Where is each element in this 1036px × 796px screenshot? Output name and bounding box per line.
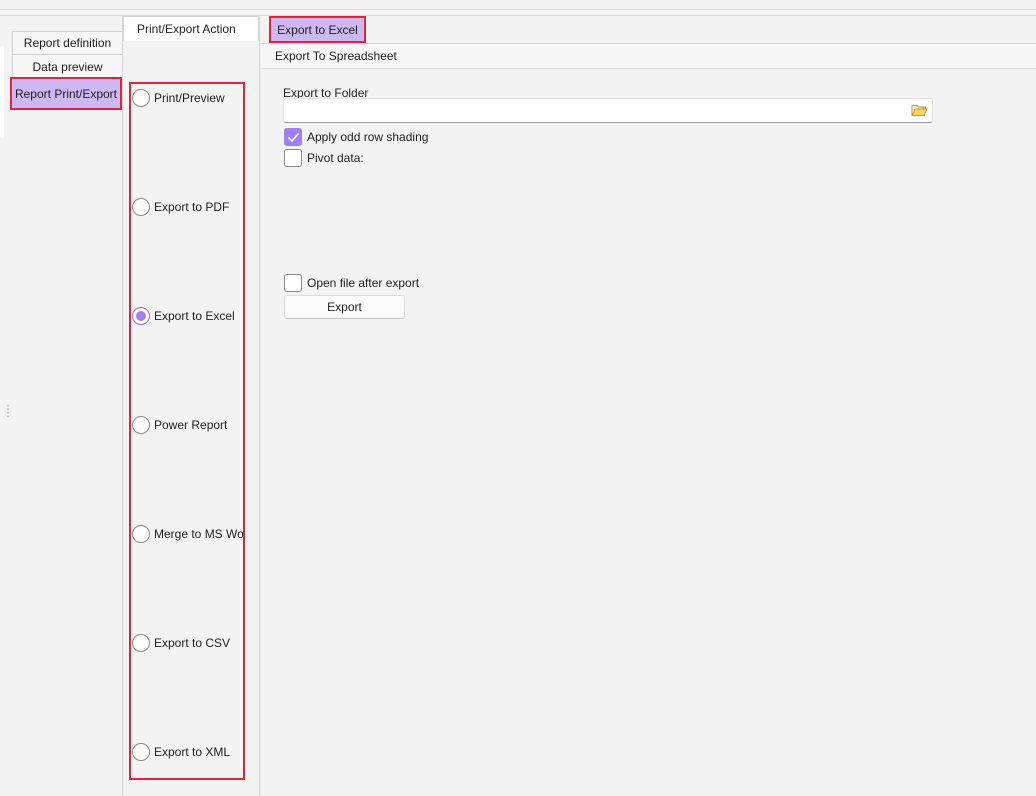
export-folder-input[interactable] — [284, 99, 894, 121]
tab-report-print-export-label: Report Print/Export — [14, 86, 118, 101]
open-file-after-export-option[interactable]: Open file after export — [284, 274, 419, 292]
left-navigation-panel: ⋮ ⋮ Report definition Data preview Report… — [0, 16, 123, 796]
radio-merge-ms-word-label: Merge to MS Word — [154, 527, 243, 541]
tab-report-definition-label: Report definition — [23, 36, 112, 50]
radio-merge-ms-word[interactable]: Merge to MS Word — [132, 524, 243, 544]
radio-export-pdf[interactable]: Export to PDF — [132, 197, 229, 217]
tab-export-to-excel[interactable]: Export to Excel — [269, 16, 366, 43]
print-export-action-panel: Print/Export Action — [123, 16, 260, 796]
radio-power-report-button[interactable] — [132, 416, 150, 434]
radio-export-pdf-label: Export to PDF — [154, 200, 230, 214]
export-folder-field[interactable] — [283, 98, 933, 123]
radio-merge-ms-word-button[interactable] — [132, 525, 150, 543]
radio-export-excel-button[interactable] — [132, 307, 150, 325]
tab-export-to-excel-label: Export to Excel — [277, 22, 358, 37]
tab-report-definition[interactable]: Report definition — [12, 31, 122, 55]
tab-export-to-spreadsheet[interactable]: Export To Spreadsheet — [261, 44, 1036, 69]
radio-print-preview-label: Print/Preview — [154, 91, 225, 105]
pivot-data-checkbox[interactable] — [284, 149, 302, 167]
radio-export-csv-button[interactable] — [132, 634, 150, 652]
radio-export-excel[interactable]: Export to Excel — [132, 306, 235, 326]
open-file-after-export-checkbox[interactable] — [284, 274, 302, 292]
radio-print-preview-button[interactable] — [132, 89, 150, 107]
check-icon — [287, 132, 300, 143]
radio-export-csv-label: Export to CSV — [154, 636, 231, 650]
radio-export-xml-label: Export to XML — [154, 745, 231, 759]
open-file-after-export-label: Open file after export — [307, 276, 420, 290]
tab-export-to-spreadsheet-label: Export To Spreadsheet — [275, 49, 397, 63]
export-button[interactable]: Export — [284, 295, 405, 319]
tab-print-export-action-label: Print/Export Action — [137, 22, 236, 36]
radio-export-pdf-button[interactable] — [132, 198, 150, 216]
top-toolbar-strip — [0, 0, 1036, 10]
radio-export-excel-label: Export to Excel — [154, 309, 235, 323]
radio-export-xml-button[interactable] — [132, 743, 150, 761]
tab-report-print-export[interactable]: Report Print/Export — [10, 77, 122, 110]
tab-data-preview[interactable]: Data preview — [12, 55, 122, 79]
radio-power-report-label: Power Report — [154, 418, 228, 432]
apply-odd-row-shading-label: Apply odd row shading — [307, 130, 429, 144]
grip-handle-icon[interactable]: ⋮ ⋮ — [3, 405, 13, 422]
folder-open-icon[interactable] — [911, 103, 928, 117]
radio-power-report[interactable]: Power Report — [132, 415, 227, 435]
export-content-panel: Export to Excel Export To Spreadsheet Ex… — [261, 16, 1036, 796]
pivot-data-option[interactable]: Pivot data: — [284, 149, 364, 167]
nav-edge-strip — [0, 46, 4, 138]
apply-odd-row-shading-option[interactable]: Apply odd row shading — [284, 128, 428, 146]
apply-odd-row-shading-checkbox[interactable] — [284, 128, 302, 146]
tab-print-export-action[interactable]: Print/Export Action — [123, 16, 259, 41]
pivot-data-label: Pivot data: — [307, 151, 364, 165]
tab-data-preview-label: Data preview — [32, 60, 103, 74]
radio-export-xml[interactable]: Export to XML — [132, 742, 230, 762]
radio-export-csv[interactable]: Export to CSV — [132, 633, 230, 653]
radio-print-preview[interactable]: Print/Preview — [132, 88, 225, 108]
